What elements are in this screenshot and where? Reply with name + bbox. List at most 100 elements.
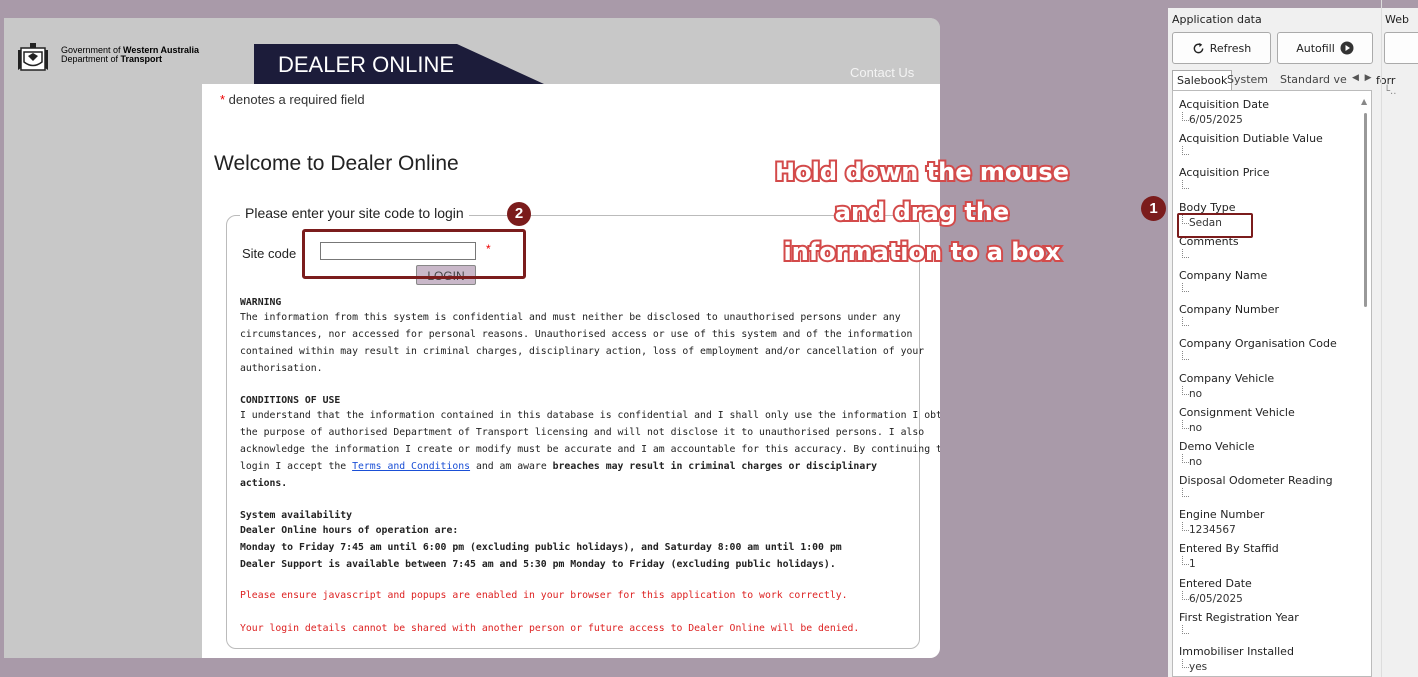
field-value[interactable]: no	[1179, 453, 1359, 472]
field-value[interactable]	[1179, 180, 1359, 198]
conditions-line: acknowledge the information I create or …	[240, 444, 940, 455]
instruction-line: information to a box	[782, 236, 1063, 268]
field-label: Disposal Odometer Reading	[1179, 474, 1333, 488]
field-value[interactable]	[1179, 248, 1359, 267]
conditions-heading: CONDITIONS OF USE	[240, 395, 341, 406]
field-item[interactable]: Entered By Staffid 1	[1179, 540, 1359, 574]
field-value[interactable]	[1179, 146, 1359, 164]
conditions-line: actions.	[240, 478, 288, 489]
instruction-line: Hold down the mouse	[773, 156, 1071, 188]
field-label: Acquisition Date	[1179, 98, 1270, 111]
drag-instruction: Hold down the mouse and drag the informa…	[692, 152, 1152, 272]
field-label: Company Number	[1179, 303, 1280, 317]
refresh-button[interactable]: Refresh	[1172, 32, 1271, 64]
scroll-up-arrow[interactable]: ▲	[1361, 97, 1367, 106]
required-note: * denotes a required field	[220, 92, 365, 107]
field-value[interactable]	[1179, 624, 1359, 643]
field-label: Entered Date	[1179, 576, 1252, 590]
field-value[interactable]: 1234567	[1179, 522, 1359, 540]
conditions-line: I understand that the information contai…	[240, 410, 940, 421]
field-label: Demo Vehicle	[1179, 439, 1255, 453]
field-item[interactable]: Disposal Odometer Reading	[1179, 472, 1359, 506]
tab-salebook[interactable]: Salebook	[1172, 70, 1233, 91]
warning-heading: WARNING	[240, 297, 282, 308]
availability-line: Monday to Friday 7:45 am until 6:00 pm (…	[240, 542, 842, 553]
field-label: Company Organisation Code	[1179, 337, 1337, 351]
field-label: Company Vehicle	[1179, 371, 1275, 385]
banner-title: DEALER ONLINE	[278, 52, 455, 77]
field-item[interactable]: Acquisition Date 6/05/2025	[1179, 96, 1359, 130]
field-value[interactable]: 6/05/2025	[1179, 590, 1359, 609]
site-code-highlight	[302, 229, 526, 279]
warning-line: The information from this system is conf…	[240, 312, 901, 323]
panel-title: Application data	[1172, 13, 1262, 26]
play-icon	[1340, 41, 1354, 55]
field-list: Acquisition Date 6/05/2025 Acquisition Du…	[1172, 90, 1372, 677]
field-label: Company Name	[1179, 268, 1268, 282]
page-header: Government of Western Australia Departme…	[4, 18, 940, 84]
conditions-line: the purpose of authorised Department of …	[240, 427, 925, 438]
contact-us-link[interactable]: Contact Us	[850, 65, 914, 80]
field-value[interactable]: yes	[1179, 659, 1359, 676]
field-item[interactable]: Company Vehicle no	[1179, 370, 1359, 404]
field-value[interactable]	[1179, 488, 1359, 506]
field-item[interactable]: Company Name	[1179, 267, 1359, 301]
field-label: First Registration Year	[1179, 610, 1299, 624]
field-item[interactable]: Consignment Vehicle no	[1179, 404, 1359, 438]
refresh-icon	[1193, 42, 1204, 53]
field-tree: Acquisition Date 6/05/2025 Acquisition Du…	[1179, 96, 1359, 676]
field-item[interactable]: Acquisition Price	[1179, 164, 1359, 198]
field-item[interactable]: Acquisition Dutiable Value	[1179, 130, 1359, 164]
wa-crest-icon	[18, 43, 48, 71]
terms-and-conditions-link[interactable]: Terms and Conditions	[352, 461, 470, 472]
field-value[interactable]: 1	[1179, 556, 1359, 574]
autofill-label: Autofill	[1296, 41, 1335, 55]
panel-divider	[1381, 0, 1382, 677]
warning-line: authorisation.	[240, 363, 323, 374]
field-label: Acquisition Dutiable Value	[1179, 132, 1323, 146]
tab-scroll-arrows[interactable]: ◀ ▶	[1352, 73, 1372, 83]
department-name: Department of Transport	[61, 54, 163, 64]
field-item[interactable]: Demo Vehicle no	[1179, 438, 1359, 472]
javascript-notice: Please ensure javascript and popups are …	[240, 590, 848, 601]
web-panel-button[interactable]	[1384, 32, 1418, 64]
web-panel-title: Web	[1385, 13, 1409, 26]
dealer-online-page: Government of Western Australia Departme…	[4, 18, 940, 658]
tab-system[interactable]: System	[1227, 70, 1268, 90]
field-value[interactable]	[1179, 351, 1359, 369]
field-label: Immobiliser Installed	[1179, 645, 1294, 658]
tree-connector: └..	[1384, 86, 1397, 97]
scroll-thumb[interactable]	[1364, 113, 1367, 307]
field-item[interactable]: Engine Number 1234567	[1179, 506, 1359, 540]
field-value[interactable]: no	[1179, 419, 1359, 438]
field-item[interactable]: First Registration Year	[1179, 609, 1359, 643]
page-title: Welcome to Dealer Online	[214, 152, 459, 175]
tab-bar: Salebook System Standard ve ◀ ▶	[1172, 70, 1372, 91]
availability-heading: System availability	[240, 510, 353, 521]
sharing-notice: Your login details cannot be shared with…	[240, 623, 860, 634]
field-item[interactable]: Company Organisation Code	[1179, 335, 1359, 369]
tab-standard-vehicle[interactable]: Standard ve	[1280, 70, 1352, 90]
step-badge-2: 2	[507, 202, 531, 226]
field-item[interactable]: Immobiliser Installed yes	[1179, 643, 1359, 676]
field-value[interactable]: no	[1179, 385, 1359, 404]
field-value[interactable]	[1179, 317, 1359, 335]
refresh-label: Refresh	[1209, 41, 1252, 55]
warning-line: circumstances, nor accessed for personal…	[240, 329, 913, 340]
field-label: Engine Number	[1179, 508, 1265, 522]
field-label: Entered By Staffid	[1179, 542, 1279, 556]
availability-line: Dealer Support is available between 7:45…	[240, 559, 836, 570]
field-value[interactable]	[1179, 282, 1359, 301]
field-value[interactable]: 6/05/2025	[1179, 112, 1359, 130]
field-label: Consignment Vehicle	[1179, 405, 1295, 419]
availability-line: Dealer Online hours of operation are:	[240, 525, 459, 536]
instruction-line: and drag the	[833, 196, 1011, 228]
field-list-scrollbar[interactable]: ▲	[1361, 97, 1370, 676]
field-item[interactable]: Company Number	[1179, 301, 1359, 335]
autofill-button[interactable]: Autofill	[1277, 32, 1373, 64]
field-item[interactable]: Entered Date 6/05/2025	[1179, 575, 1359, 609]
body-type-highlight	[1177, 213, 1253, 238]
site-code-label: Site code	[242, 246, 297, 261]
conditions-line: login I accept the Terms and Conditions …	[240, 461, 878, 472]
login-legend: Please enter your site code to login	[240, 205, 469, 221]
